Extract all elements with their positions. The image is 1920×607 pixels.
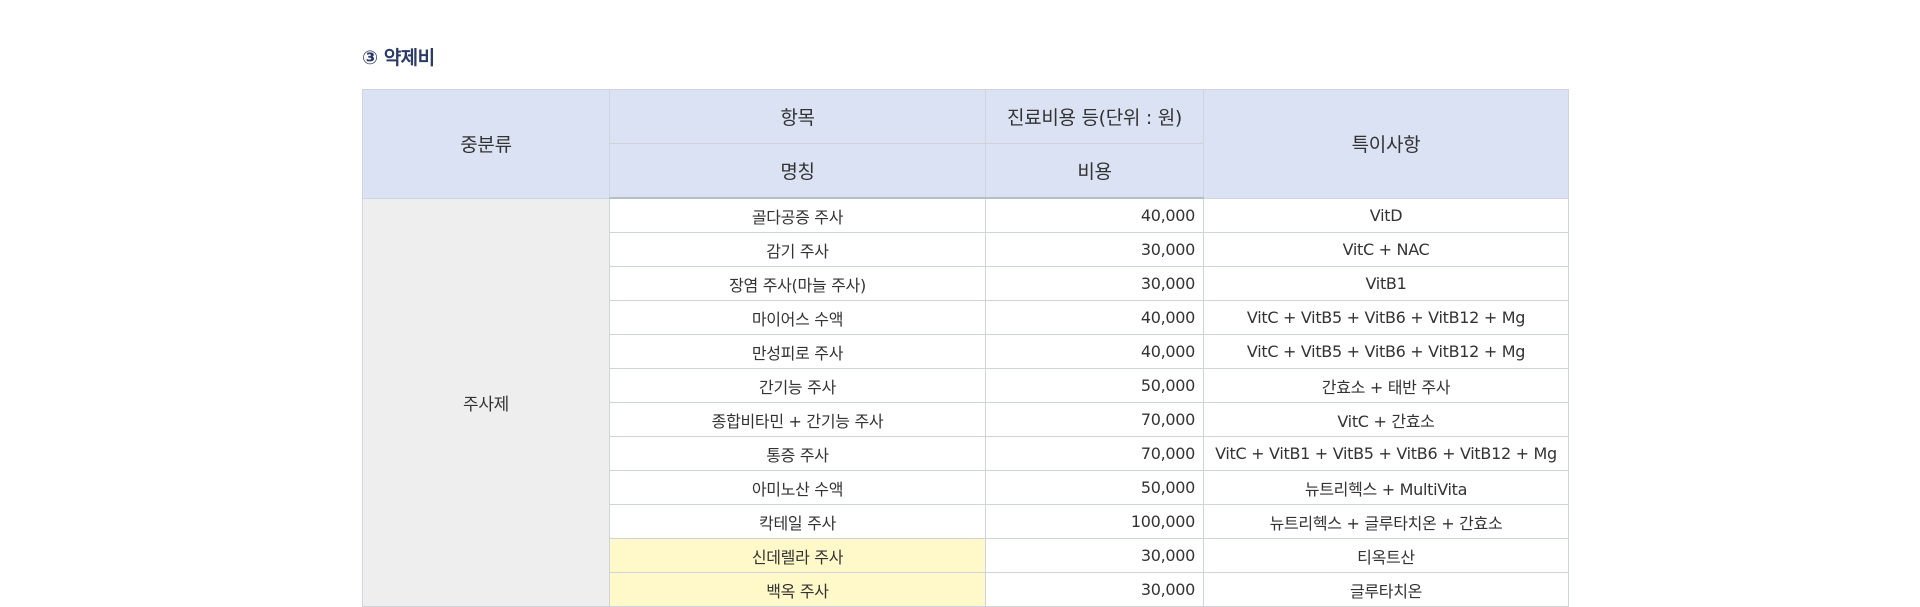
note-cell: 티옥트산 (1203, 538, 1569, 573)
note-cell: VitB1 (1203, 266, 1569, 301)
item-name-cell: 신데렐라 주사 (609, 538, 986, 573)
note-cell: 뉴트리헥스 + 글루타치온 + 간효소 (1203, 504, 1569, 539)
header-cost-group: 진료비용 등(단위 : 원) (985, 89, 1204, 144)
cost-cell: 30,000 (985, 232, 1204, 267)
header-notes: 특이사항 (1203, 89, 1569, 199)
note-cell: VitD (1203, 197, 1569, 233)
item-name-cell: 만성피로 주사 (609, 334, 986, 369)
item-name-cell: 통증 주사 (609, 436, 986, 471)
header-category: 중분류 (362, 89, 610, 199)
cost-cell: 100,000 (985, 504, 1204, 539)
drug-fee-table: 중분류 항목 진료비용 등(단위 : 원) 특이사항 명칭 비용 주사제 골다공증… (362, 89, 1569, 607)
cost-cell: 30,000 (985, 266, 1204, 301)
note-cell: VitC + VitB5 + VitB6 + VitB12 + Mg (1203, 334, 1569, 369)
note-cell: 뉴트리헥스 + MultiVita (1203, 470, 1569, 505)
category-cell: 주사제 (362, 197, 610, 607)
header-item-name: 명칭 (609, 143, 986, 199)
table-body: 주사제 골다공증 주사 40,000 VitD 감기 주사 30,000 VitC + NA… (362, 197, 1569, 607)
table-row: 주사제 골다공증 주사 40,000 VitD (362, 197, 1569, 607)
item-name-cell: 장염 주사(마늘 주사) (609, 266, 986, 301)
note-cell: VitC + 간효소 (1203, 402, 1569, 437)
note-cell: 글루타치온 (1203, 572, 1569, 607)
note-cell: VitC + VitB1 + VitB5 + VitB6 + VitB12 + … (1203, 436, 1569, 471)
header-row-top: 중분류 항목 진료비용 등(단위 : 원) 특이사항 (362, 89, 1569, 199)
table-header: 중분류 항목 진료비용 등(단위 : 원) 특이사항 명칭 비용 (362, 89, 1569, 199)
header-item-group: 항목 (609, 89, 986, 144)
note-cell: VitC + VitB5 + VitB6 + VitB12 + Mg (1203, 300, 1569, 335)
item-name-cell: 간기능 주사 (609, 368, 986, 403)
cost-cell: 30,000 (985, 538, 1204, 573)
item-name-cell: 마이어스 수액 (609, 300, 986, 335)
cost-cell: 40,000 (985, 197, 1204, 233)
item-name-cell: 종합비타민 + 간기능 주사 (609, 402, 986, 437)
note-cell: VitC + NAC (1203, 232, 1569, 267)
cost-cell: 30,000 (985, 572, 1204, 607)
cost-cell: 40,000 (985, 334, 1204, 369)
item-name-cell: 칵테일 주사 (609, 504, 986, 539)
item-name-cell: 백옥 주사 (609, 572, 986, 607)
item-name-cell: 골다공증 주사 (609, 197, 986, 233)
cost-cell: 50,000 (985, 470, 1204, 505)
item-name-cell: 감기 주사 (609, 232, 986, 267)
cost-cell: 50,000 (985, 368, 1204, 403)
header-cost: 비용 (985, 143, 1204, 199)
cost-cell: 70,000 (985, 436, 1204, 471)
item-name-cell: 아미노산 수액 (609, 470, 986, 505)
cost-cell: 70,000 (985, 402, 1204, 437)
section-title: ③ 약제비 (362, 47, 435, 69)
note-cell: 간효소 + 태반 주사 (1203, 368, 1569, 403)
cost-cell: 40,000 (985, 300, 1204, 335)
